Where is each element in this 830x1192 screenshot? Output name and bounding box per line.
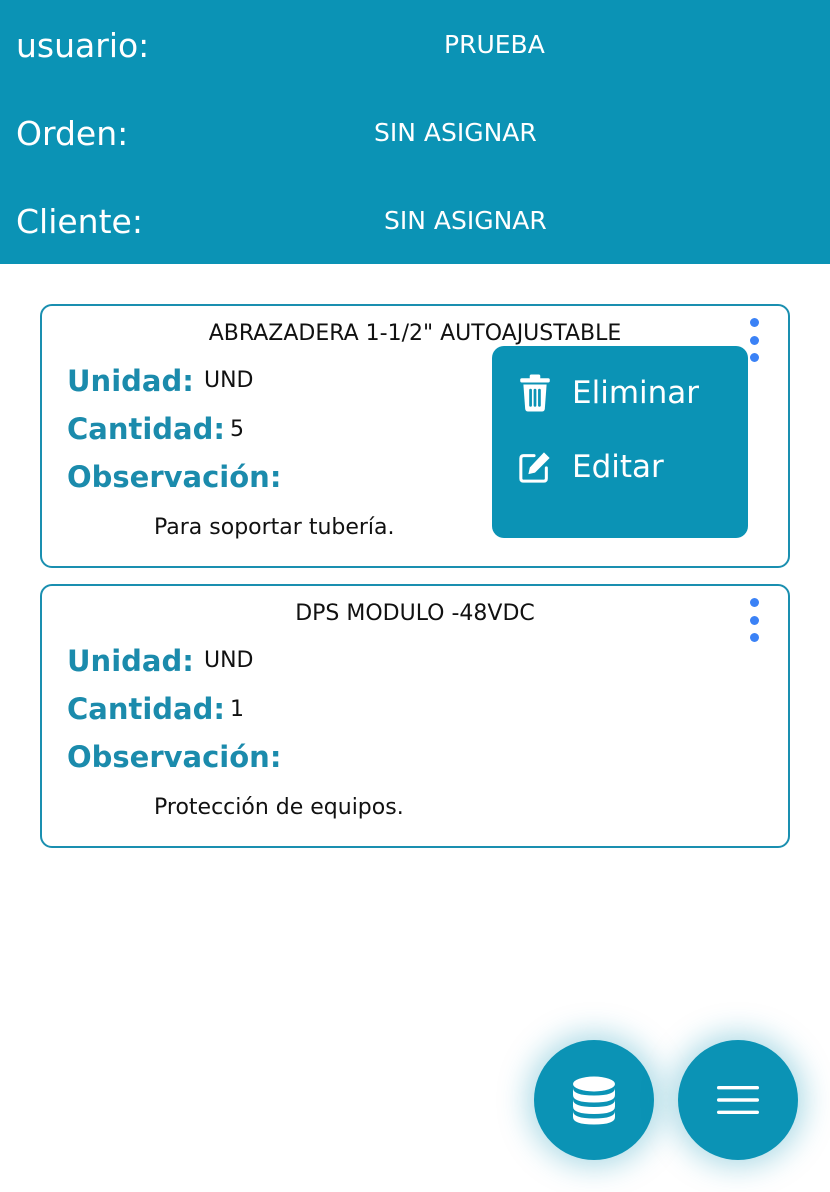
unit-label: Unidad: [67, 364, 194, 398]
client-value: SIN ASIGNAR [384, 206, 547, 235]
quantity-value: 5 [230, 417, 244, 442]
quantity-value: 1 [230, 697, 244, 722]
user-value: PRUEBA [444, 30, 545, 59]
database-button[interactable] [534, 1040, 654, 1160]
order-value: SIN ASIGNAR [374, 118, 537, 147]
context-menu: Eliminar Editar [492, 346, 748, 538]
edit-icon [519, 452, 550, 483]
observation-label: Observación: [67, 740, 282, 774]
header: usuario: PRUEBA Orden: SIN ASIGNAR Clien… [0, 0, 830, 264]
observation-label: Observación: [67, 460, 282, 494]
delete-label: Eliminar [572, 375, 700, 411]
unit-label: Unidad: [67, 644, 194, 678]
edit-menu-item[interactable]: Editar [518, 442, 728, 492]
database-icon [573, 1076, 615, 1125]
unit-value: UND [204, 648, 254, 673]
main-menu-button[interactable] [678, 1040, 798, 1160]
edit-label: Editar [572, 449, 664, 485]
more-options-icon[interactable] [746, 598, 762, 642]
more-options-icon[interactable] [746, 318, 762, 362]
hamburger-menu-icon [717, 1086, 759, 1114]
observation-value: Protección de equipos. [154, 795, 404, 820]
quantity-label: Cantidad: [67, 692, 225, 726]
client-label: Cliente: [16, 202, 143, 241]
material-title: ABRAZADERA 1-1/2" AUTOAJUSTABLE [208, 321, 622, 346]
order-label: Orden: [16, 114, 129, 153]
material-card: DPS MODULO -48VDC Unidad: UND Cantidad: … [40, 584, 790, 848]
user-label: usuario: [16, 26, 150, 65]
material-title: DPS MODULO -48VDC [295, 601, 535, 626]
unit-value: UND [204, 368, 254, 393]
delete-menu-item[interactable]: Eliminar [518, 368, 728, 418]
observation-value: Para soportar tubería. [154, 515, 395, 540]
trash-icon [520, 374, 550, 412]
quantity-label: Cantidad: [67, 412, 225, 446]
